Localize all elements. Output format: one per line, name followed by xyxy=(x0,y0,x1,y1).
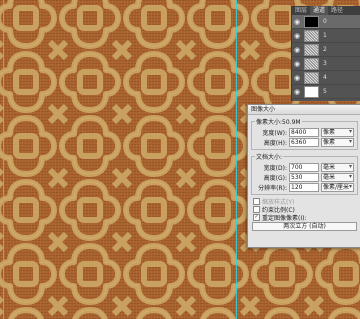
doc-width-input[interactable]: 700 xyxy=(289,162,319,172)
guide-line-right[interactable] xyxy=(236,0,237,319)
pixel-dimensions-group: 像素大小:50.9M 宽度(W): 8400 像素 高度(H): 6360 像素 xyxy=(251,117,358,150)
layer-name: 1 xyxy=(323,32,327,39)
pixel-height-unit-select[interactable]: 像素 xyxy=(321,137,354,147)
layer-row[interactable]: ◉ 3 xyxy=(292,57,360,71)
doc-height-unit-select[interactable]: 毫米 xyxy=(321,172,354,182)
tab-channels[interactable]: 通道 xyxy=(310,6,329,15)
layers-panel-tabs: 图层 通道 路径 xyxy=(292,6,360,15)
doc-width-unit-select[interactable]: 毫米 xyxy=(321,162,354,172)
pixel-width-label: 宽度(W): xyxy=(262,129,287,137)
document-size-group: 文档大小: 宽度(D): 700 毫米 高度(G): 530 毫米 分辨率(R)… xyxy=(251,152,358,195)
resolution-input[interactable]: 120 xyxy=(289,182,319,192)
guide-line-left[interactable] xyxy=(3,0,4,319)
layer-name: 0 xyxy=(323,18,327,25)
tab-paths[interactable]: 路径 xyxy=(328,6,346,15)
layer-name: 4 xyxy=(323,74,327,81)
layer-thumbnail xyxy=(304,57,319,70)
layer-thumbnail xyxy=(304,29,319,42)
eye-icon[interactable]: ◉ xyxy=(292,88,302,96)
resample-checkbox[interactable]: ✓ 重定图像像素(I): xyxy=(248,213,360,222)
eye-icon[interactable]: ◉ xyxy=(292,74,302,82)
layers-panel: 图层 通道 路径 ◉ 0 ◉ 1 ◉ 2 ◉ 3 ◉ 4 ◉ 5 xyxy=(291,6,360,101)
image-size-dialog: 图像大小 像素大小:50.9M 宽度(W): 8400 像素 高度(H): 63… xyxy=(247,104,360,248)
layer-name: 3 xyxy=(323,60,327,67)
layer-row[interactable]: ◉ 5 xyxy=(292,85,360,99)
layer-thumbnail xyxy=(304,85,319,98)
layer-thumbnail xyxy=(304,71,319,84)
pixel-width-input[interactable]: 8400 xyxy=(289,127,319,137)
layer-row[interactable]: ◉ 1 xyxy=(292,29,360,43)
doc-height-input[interactable]: 530 xyxy=(289,172,319,182)
layer-row[interactable]: ◉ 0 xyxy=(292,15,360,29)
document-size-legend: 文档大小: xyxy=(256,154,283,161)
resolution-unit-select[interactable]: 像素/厘米 xyxy=(321,182,354,192)
layer-thumbnail xyxy=(304,15,319,28)
eye-icon[interactable]: ◉ xyxy=(292,60,302,68)
doc-height-label: 高度(G): xyxy=(263,174,287,182)
eye-icon[interactable]: ◉ xyxy=(292,46,302,54)
eye-icon[interactable]: ◉ xyxy=(292,32,302,40)
resample-method-select[interactable]: 两次立方 (自动) xyxy=(252,222,357,231)
pixel-dimensions-legend: 像素大小:50.9M xyxy=(256,119,301,126)
checkbox-box xyxy=(253,197,260,205)
resample-label: 重定图像像素(I): xyxy=(262,214,307,222)
checkbox-box xyxy=(253,205,260,213)
tab-layers[interactable]: 图层 xyxy=(292,6,310,15)
pixel-height-label: 高度(H): xyxy=(263,139,287,147)
pixel-width-unit-select[interactable]: 像素 xyxy=(321,127,354,137)
layer-row[interactable]: ◉ 4 xyxy=(292,71,360,85)
eye-icon[interactable]: ◉ xyxy=(292,18,302,26)
doc-width-label: 宽度(D): xyxy=(263,164,287,172)
dialog-title[interactable]: 图像大小 xyxy=(248,105,360,115)
pixel-height-input[interactable]: 6360 xyxy=(289,137,319,147)
layer-name: 5 xyxy=(323,88,327,95)
layer-thumbnail xyxy=(304,43,319,56)
layer-name: 2 xyxy=(323,46,327,53)
resolution-label: 分辨率(R): xyxy=(258,184,287,192)
layer-row[interactable]: ◉ 2 xyxy=(292,43,360,57)
checkmark-icon: ✓ xyxy=(253,213,260,221)
